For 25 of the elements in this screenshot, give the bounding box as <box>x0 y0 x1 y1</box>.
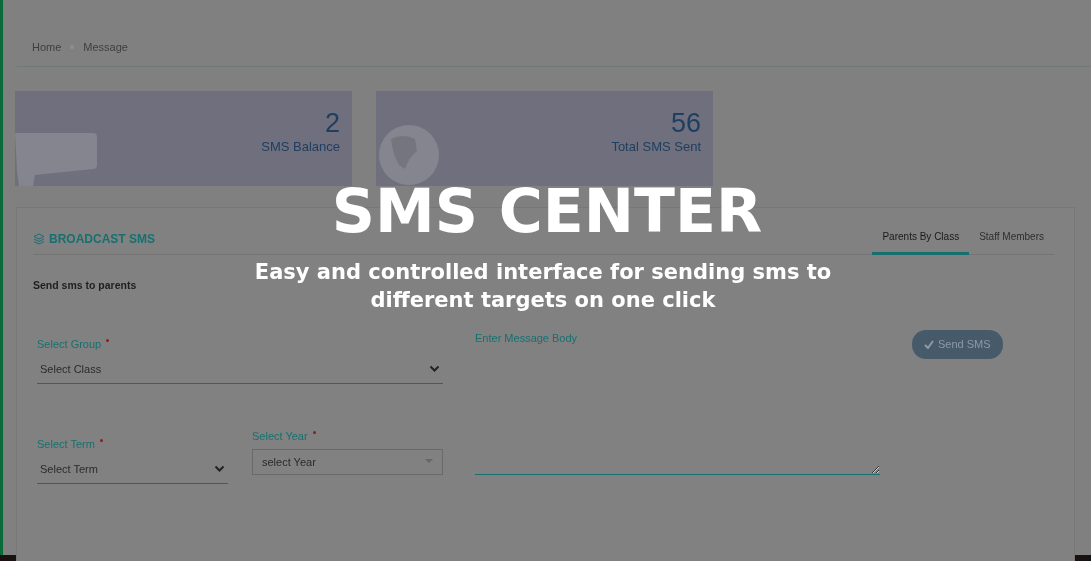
select-field[interactable]: select Year <box>252 448 443 475</box>
field-label: Select Term <box>37 437 95 453</box>
panel-title: BROADCAST SMS <box>49 231 155 248</box>
overlay-tagline: Easy and controlled interface for sending sms to different targets on one click <box>253 259 833 315</box>
select-field[interactable]: Select Class <box>37 356 443 385</box>
intro-text: Send sms to parents <box>33 277 138 293</box>
field-label: Select Year <box>252 429 308 445</box>
chevron-down-icon <box>214 465 225 473</box>
layers-icon <box>33 233 45 245</box>
stat-label: SMS Balance <box>260 137 340 156</box>
tab[interactable]: Staff Members <box>969 207 1054 255</box>
check-icon <box>924 340 934 349</box>
send-button[interactable]: Send SMS <box>912 330 1003 359</box>
chevron-down-icon <box>429 365 440 373</box>
field-label: Select Group <box>37 337 102 353</box>
stat-value: 2 <box>323 108 340 137</box>
overlay-headline: SMS CENTER <box>331 178 763 244</box>
field-label: Enter Message Body <box>475 331 579 347</box>
breadcrumb-link[interactable]: Message <box>83 41 128 53</box>
stat-value: 56 <box>669 108 701 137</box>
select-field[interactable]: Select Term <box>37 456 228 485</box>
caret-icon <box>425 459 433 465</box>
breadcrumb-link[interactable]: Home <box>32 41 62 53</box>
stat-label: Total SMS Sent <box>610 137 701 156</box>
tab[interactable]: Parents By Class <box>872 207 970 255</box>
